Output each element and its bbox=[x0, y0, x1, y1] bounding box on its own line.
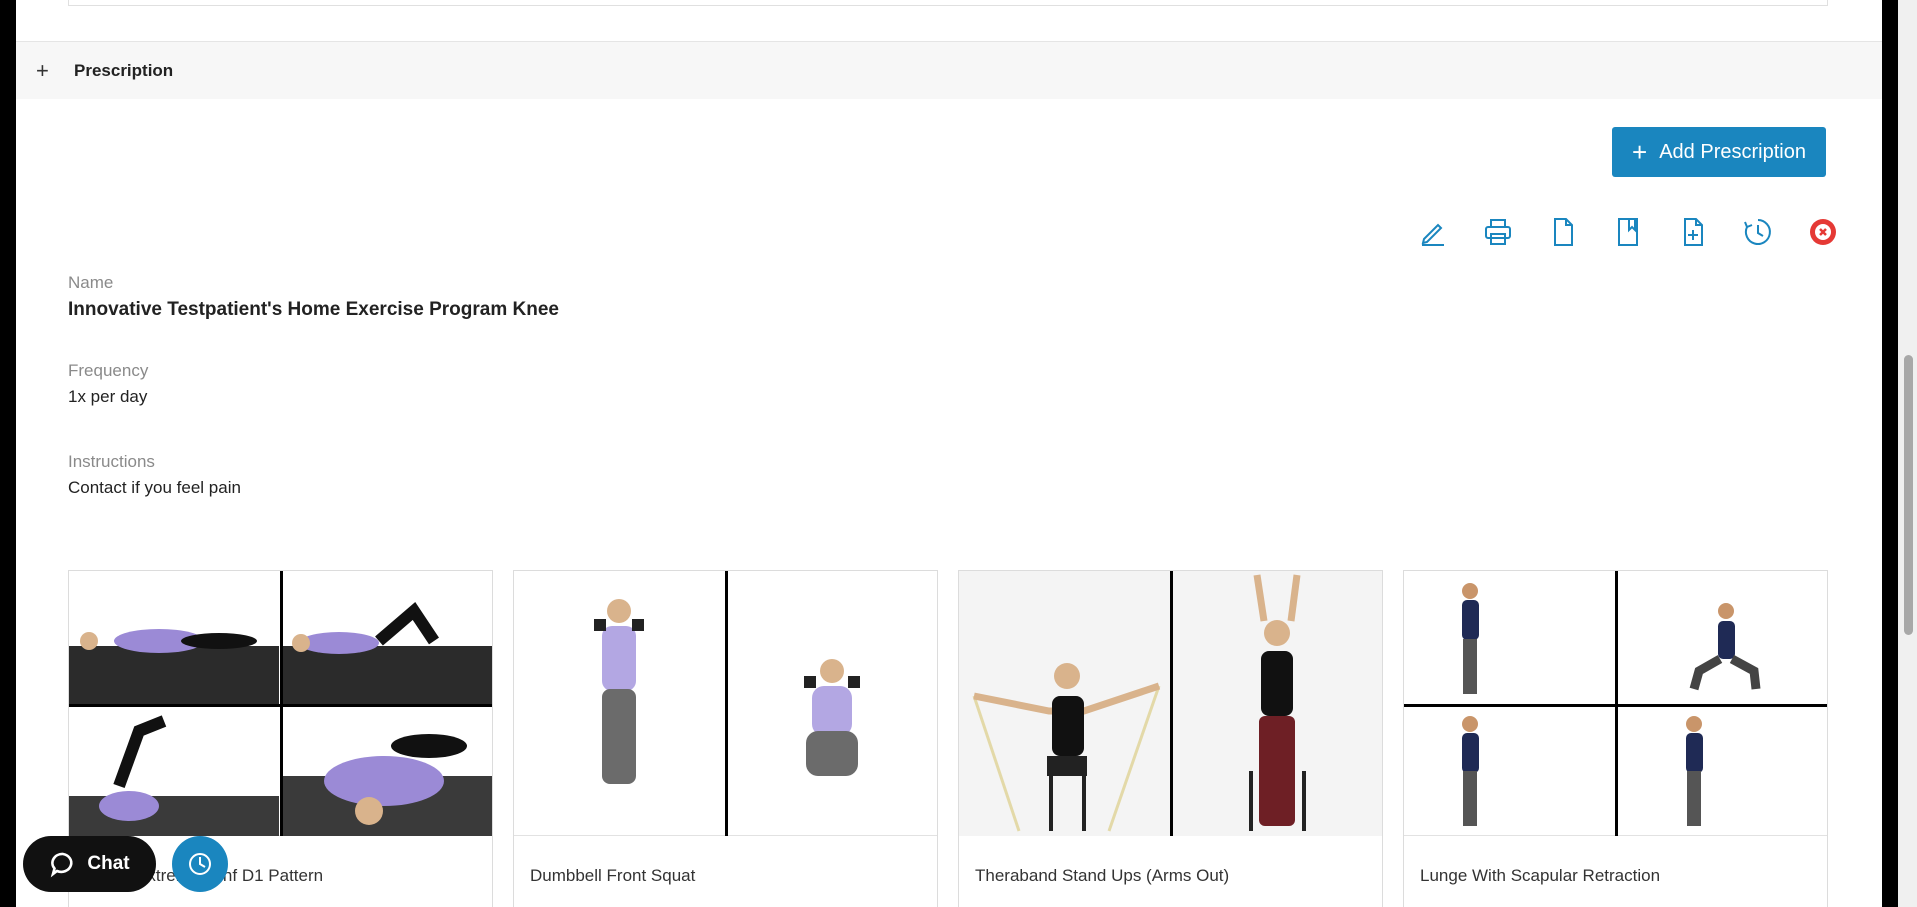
exercise-card[interactable]: Lunge With Scapular Retraction bbox=[1403, 570, 1828, 907]
bookmark-icon[interactable] bbox=[1595, 212, 1660, 252]
exercise-thumbnail bbox=[959, 571, 1382, 836]
scrollbar-thumb[interactable] bbox=[1904, 355, 1913, 635]
chat-bubble-icon bbox=[51, 852, 73, 878]
name-label: Name bbox=[68, 273, 114, 292]
instructions-value: Contact if you feel pain bbox=[68, 478, 241, 497]
instructions-label: Instructions bbox=[68, 452, 155, 471]
exercise-list: Lower Extremity Pnf D1 Pattern bbox=[68, 570, 1828, 907]
plus-icon: + bbox=[1632, 137, 1648, 167]
add-document-icon[interactable] bbox=[1660, 212, 1725, 252]
chat-label: Chat bbox=[87, 853, 130, 874]
timer-icon bbox=[189, 853, 211, 875]
instructions-field: Instructions Contact if you feel pain bbox=[68, 452, 241, 498]
document-icon[interactable] bbox=[1530, 212, 1595, 252]
frequency-label: Frequency bbox=[68, 361, 149, 380]
exercise-title[interactable]: Dumbbell Front Squat bbox=[530, 866, 695, 886]
exercise-title[interactable]: Theraband Stand Ups (Arms Out) bbox=[975, 866, 1229, 886]
add-prescription-label: Add Prescription bbox=[1659, 140, 1806, 163]
frequency-field: Frequency 1x per day bbox=[68, 361, 148, 407]
exercise-title[interactable]: Lunge With Scapular Retraction bbox=[1420, 866, 1660, 886]
name-field: Name Innovative Testpatient's Home Exerc… bbox=[68, 273, 559, 321]
edit-icon[interactable] bbox=[1400, 212, 1465, 252]
timer-button[interactable] bbox=[172, 836, 228, 892]
history-icon[interactable] bbox=[1725, 212, 1790, 252]
page-content: + Prescription + Add Prescription Name I bbox=[16, 0, 1882, 907]
prescription-toolbar bbox=[1400, 212, 1855, 252]
add-prescription-button[interactable]: + Add Prescription bbox=[1612, 127, 1826, 177]
exercise-thumbnail bbox=[1404, 571, 1827, 836]
prescription-section-header[interactable]: + Prescription bbox=[16, 41, 1882, 99]
expand-icon[interactable]: + bbox=[36, 59, 66, 82]
previous-section-box bbox=[68, 0, 1828, 6]
exercise-card[interactable]: Theraband Stand Ups (Arms Out) bbox=[958, 570, 1383, 907]
section-title: Prescription bbox=[74, 60, 174, 80]
exercise-card[interactable]: Dumbbell Front Squat bbox=[513, 570, 938, 907]
print-icon[interactable] bbox=[1465, 212, 1530, 252]
chat-button[interactable]: Chat bbox=[23, 836, 156, 892]
prescription-name: Innovative Testpatient's Home Exercise P… bbox=[68, 299, 559, 320]
record-icon[interactable] bbox=[1790, 212, 1855, 252]
frequency-value: 1x per day bbox=[68, 387, 148, 406]
exercise-thumbnail bbox=[514, 571, 937, 836]
exercise-thumbnail bbox=[69, 571, 492, 836]
